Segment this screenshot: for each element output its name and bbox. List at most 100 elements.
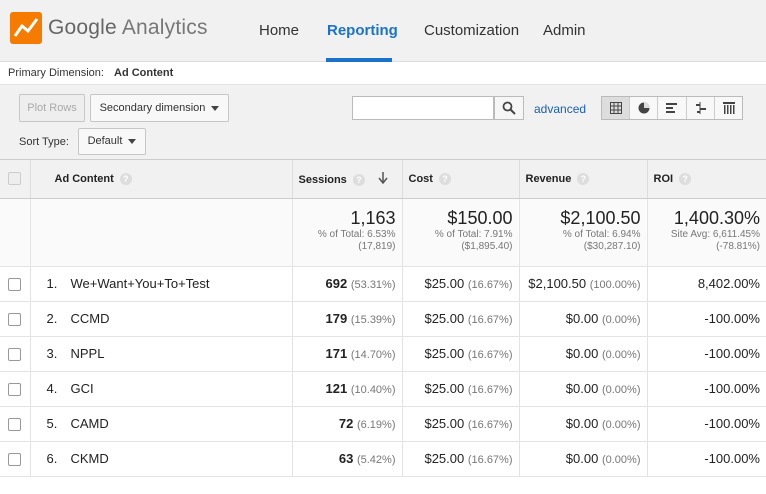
row-ad-content[interactable]: 6. CKMD: [30, 441, 293, 477]
sort-type-value: Default: [87, 135, 123, 147]
totals-sessions-total: (17,819): [358, 240, 396, 252]
header-revenue[interactable]: Revenue?: [519, 160, 648, 199]
row-roi-value: -100.00%: [704, 311, 760, 326]
pie-view-icon: [638, 102, 650, 114]
row-roi-value: 8,402.00%: [697, 276, 760, 291]
row-checkbox[interactable]: [8, 278, 22, 292]
row-cost-pct: (16.67%): [467, 454, 513, 466]
row-index: 5.: [46, 416, 58, 431]
row-cost-pct: (16.67%): [467, 419, 513, 431]
row-cost-value: $25.00: [424, 311, 465, 326]
row-roi-value: -100.00%: [704, 381, 760, 396]
row-revenue-value: $0.00: [565, 346, 599, 361]
totals-cost-total: ($1,895.40): [461, 240, 513, 252]
help-icon[interactable]: ?: [119, 172, 132, 185]
pivot-view-button[interactable]: [715, 97, 742, 119]
row-revenue: $0.00 (0.00%): [519, 371, 648, 407]
row-name[interactable]: GCI: [71, 381, 94, 396]
row-sessions: 121 (10.40%): [292, 371, 403, 407]
row-index: 1.: [46, 276, 58, 291]
select-all-checkbox[interactable]: [8, 172, 22, 186]
help-icon[interactable]: ?: [577, 172, 590, 185]
row-name[interactable]: We+Want+You+To+Test: [71, 276, 210, 291]
totals-empty-cell: [0, 198, 31, 267]
header-ad-content[interactable]: Ad Content?: [30, 160, 293, 199]
totals-cost-value: $150.00: [447, 207, 513, 228]
row-select-cell: [0, 336, 31, 372]
row-sessions-pct: (14.70%): [350, 349, 396, 361]
header-ad-content-label: Ad Content: [54, 172, 114, 185]
nav-admin[interactable]: Admin: [543, 22, 586, 39]
header-sessions-label: Sessions: [298, 174, 347, 187]
row-revenue: $0.00 (0.00%): [519, 336, 648, 372]
analytics-logo-icon[interactable]: [10, 12, 42, 44]
row-cost: $25.00 (16.67%): [402, 441, 520, 477]
header-revenue-label: Revenue: [525, 172, 572, 185]
header-roi[interactable]: ROI?: [647, 160, 766, 199]
row-checkbox[interactable]: [8, 418, 22, 432]
row-roi: -100.00%: [647, 441, 766, 477]
row-sessions: 63 (5.42%): [292, 441, 403, 477]
row-checkbox[interactable]: [8, 313, 22, 327]
row-name[interactable]: CAMD: [71, 416, 109, 431]
bar-view-button[interactable]: [658, 97, 687, 119]
search-button[interactable]: [494, 96, 524, 120]
brand-title[interactable]: Google Analytics: [48, 16, 208, 40]
row-roi: -100.00%: [647, 336, 766, 372]
row-sessions: 171 (14.70%): [292, 336, 403, 372]
row-cost: $25.00 (16.67%): [402, 371, 520, 407]
comparison-view-button[interactable]: [687, 97, 715, 119]
row-revenue-pct: (0.00%): [601, 454, 641, 466]
help-icon[interactable]: ?: [438, 172, 451, 185]
row-sessions: 72 (6.19%): [292, 406, 403, 442]
primary-dimension-value[interactable]: Ad Content: [114, 67, 173, 79]
row-checkbox[interactable]: [8, 383, 22, 397]
row-sessions-value: 179: [325, 311, 348, 326]
row-index: 4.: [46, 381, 58, 396]
nav-home[interactable]: Home: [259, 22, 299, 39]
plot-rows-button[interactable]: Plot Rows: [19, 94, 85, 122]
table-view-button[interactable]: [602, 97, 631, 119]
search-icon: [502, 101, 516, 115]
row-roi-value: -100.00%: [704, 451, 760, 466]
row-sessions-value: 171: [325, 346, 348, 361]
row-index: 6.: [46, 451, 58, 466]
totals-sessions-pct: % of Total: 6.53%: [317, 228, 396, 240]
header-cost[interactable]: Cost?: [402, 160, 520, 199]
row-revenue-value: $0.00: [565, 311, 599, 326]
row-cost-value: $25.00: [424, 381, 465, 396]
row-ad-content[interactable]: 2. CCMD: [30, 301, 293, 337]
secondary-dimension-dropdown[interactable]: Secondary dimension: [90, 94, 229, 122]
row-ad-content[interactable]: 5. CAMD: [30, 406, 293, 442]
row-ad-content[interactable]: 3. NPPL: [30, 336, 293, 372]
row-name[interactable]: CKMD: [71, 451, 109, 466]
row-roi: -100.00%: [647, 406, 766, 442]
nav-reporting[interactable]: Reporting: [327, 22, 398, 39]
sort-desc-icon[interactable]: [378, 172, 388, 185]
row-sessions-value: 63: [338, 451, 354, 466]
nav-customization[interactable]: Customization: [424, 22, 519, 39]
row-cost: $25.00 (16.67%): [402, 406, 520, 442]
row-name[interactable]: NPPL: [71, 346, 105, 361]
row-cost: $25.00 (16.67%): [402, 266, 520, 302]
row-cost-pct: (16.67%): [467, 349, 513, 361]
header-sessions[interactable]: Sessions?: [292, 160, 403, 199]
row-cost-value: $25.00: [424, 346, 465, 361]
row-checkbox[interactable]: [8, 453, 22, 467]
row-ad-content[interactable]: 1. We+Want+You+To+Test: [30, 266, 293, 302]
help-icon[interactable]: ?: [679, 172, 692, 185]
advanced-link[interactable]: advanced: [534, 102, 586, 116]
row-cost-pct: (16.67%): [467, 279, 513, 291]
row-sessions-value: 692: [325, 276, 348, 291]
row-ad-content[interactable]: 4. GCI: [30, 371, 293, 407]
sort-type-dropdown[interactable]: Default: [78, 128, 146, 155]
totals-revenue-pct: % of Total: 6.94%: [562, 228, 641, 240]
help-icon[interactable]: ?: [352, 174, 365, 187]
search-input[interactable]: [352, 96, 494, 120]
row-cost-value: $25.00: [424, 276, 465, 291]
row-name[interactable]: CCMD: [71, 311, 110, 326]
pivot-view-icon: [722, 102, 735, 114]
row-checkbox[interactable]: [8, 348, 22, 362]
row-sessions-value: 72: [338, 416, 354, 431]
pie-view-button[interactable]: [630, 97, 659, 119]
